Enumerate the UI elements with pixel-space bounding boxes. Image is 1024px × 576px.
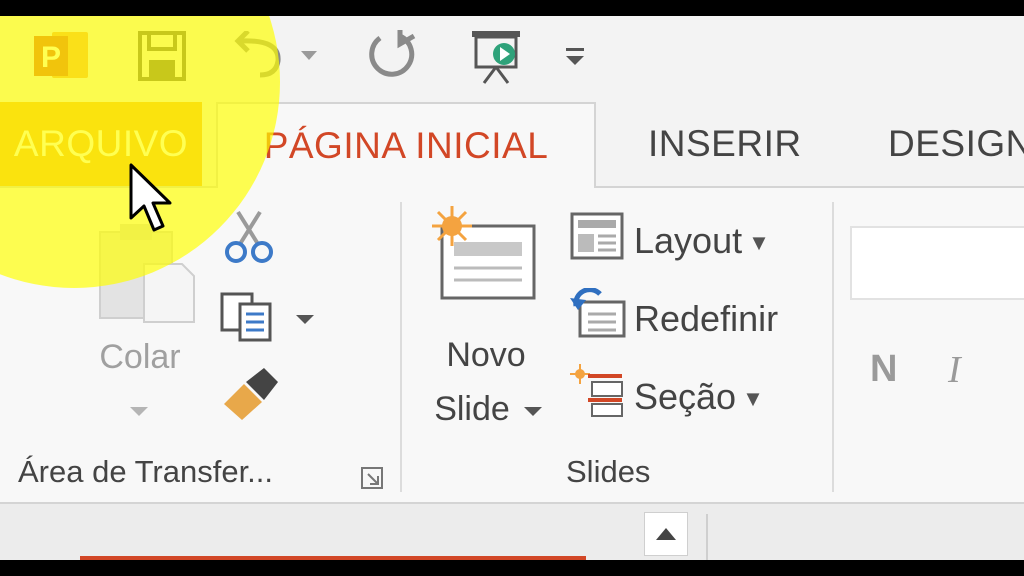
tab-inserir[interactable]: INSERIR (648, 102, 802, 186)
divider (706, 514, 708, 560)
paste-label[interactable]: Colar (92, 338, 188, 377)
layout-dropdown-icon: ▼ (748, 230, 770, 256)
clipboard-launcher-icon[interactable] (360, 466, 384, 495)
cut-icon[interactable] (222, 210, 276, 269)
italic-button[interactable]: I (948, 348, 961, 392)
copy-icon[interactable] (220, 292, 274, 347)
mouse-cursor-icon (128, 162, 174, 239)
new-slide-icon[interactable] (432, 206, 538, 307)
format-painter-icon[interactable] (220, 368, 280, 425)
customize-toolbar-icon[interactable] (562, 26, 588, 86)
tab-design[interactable]: DESIGN (888, 102, 1024, 186)
copy-dropdown-icon[interactable] (296, 312, 314, 330)
collapse-ribbon-button[interactable] (644, 512, 688, 556)
slideshow-icon[interactable] (464, 26, 528, 86)
section-icon[interactable] (570, 364, 626, 423)
new-slide-dropdown-icon[interactable] (524, 404, 542, 422)
reset-icon[interactable] (570, 287, 626, 343)
tab-pagina-inicial[interactable]: PÁGINA INICIAL (216, 102, 596, 188)
layout-icon[interactable] (570, 212, 624, 265)
group-separator (832, 202, 834, 492)
powerpoint-window: P ARQUIVO PÁGINA INICIAL INSERIR DESIGN … (0, 16, 1024, 560)
section-label: Seção (634, 376, 737, 417)
font-name-input[interactable] (850, 226, 1024, 300)
powerpoint-badge: P (41, 41, 61, 74)
redo-icon[interactable] (364, 26, 424, 86)
reset-button[interactable]: Redefinir (634, 298, 778, 340)
ribbon-footer (0, 504, 1024, 560)
group-separator (400, 202, 402, 492)
paste-dropdown-icon[interactable] (130, 404, 148, 422)
section-dropdown-icon: ▼ (742, 386, 764, 412)
bold-button[interactable]: N (870, 348, 897, 391)
quick-access-toolbar: P (0, 16, 1024, 102)
paste-icon[interactable] (98, 224, 198, 329)
slides-group-label: Slides (566, 454, 651, 489)
layout-label: Layout (634, 220, 743, 261)
chevron-up-icon (656, 528, 676, 540)
save-icon[interactable] (134, 26, 190, 86)
clipboard-group-label: Área de Transfer... (18, 454, 274, 489)
section-button[interactable]: Seção ▼ (634, 376, 764, 418)
new-slide-label-2[interactable]: Slide (424, 390, 520, 429)
undo-icon[interactable] (232, 26, 292, 86)
slide-edge (80, 556, 586, 560)
new-slide-label-1[interactable]: Novo (428, 336, 544, 375)
layout-button[interactable]: Layout ▼ (634, 220, 770, 262)
powerpoint-icon[interactable]: P (30, 26, 94, 86)
undo-dropdown-icon[interactable] (296, 26, 322, 86)
